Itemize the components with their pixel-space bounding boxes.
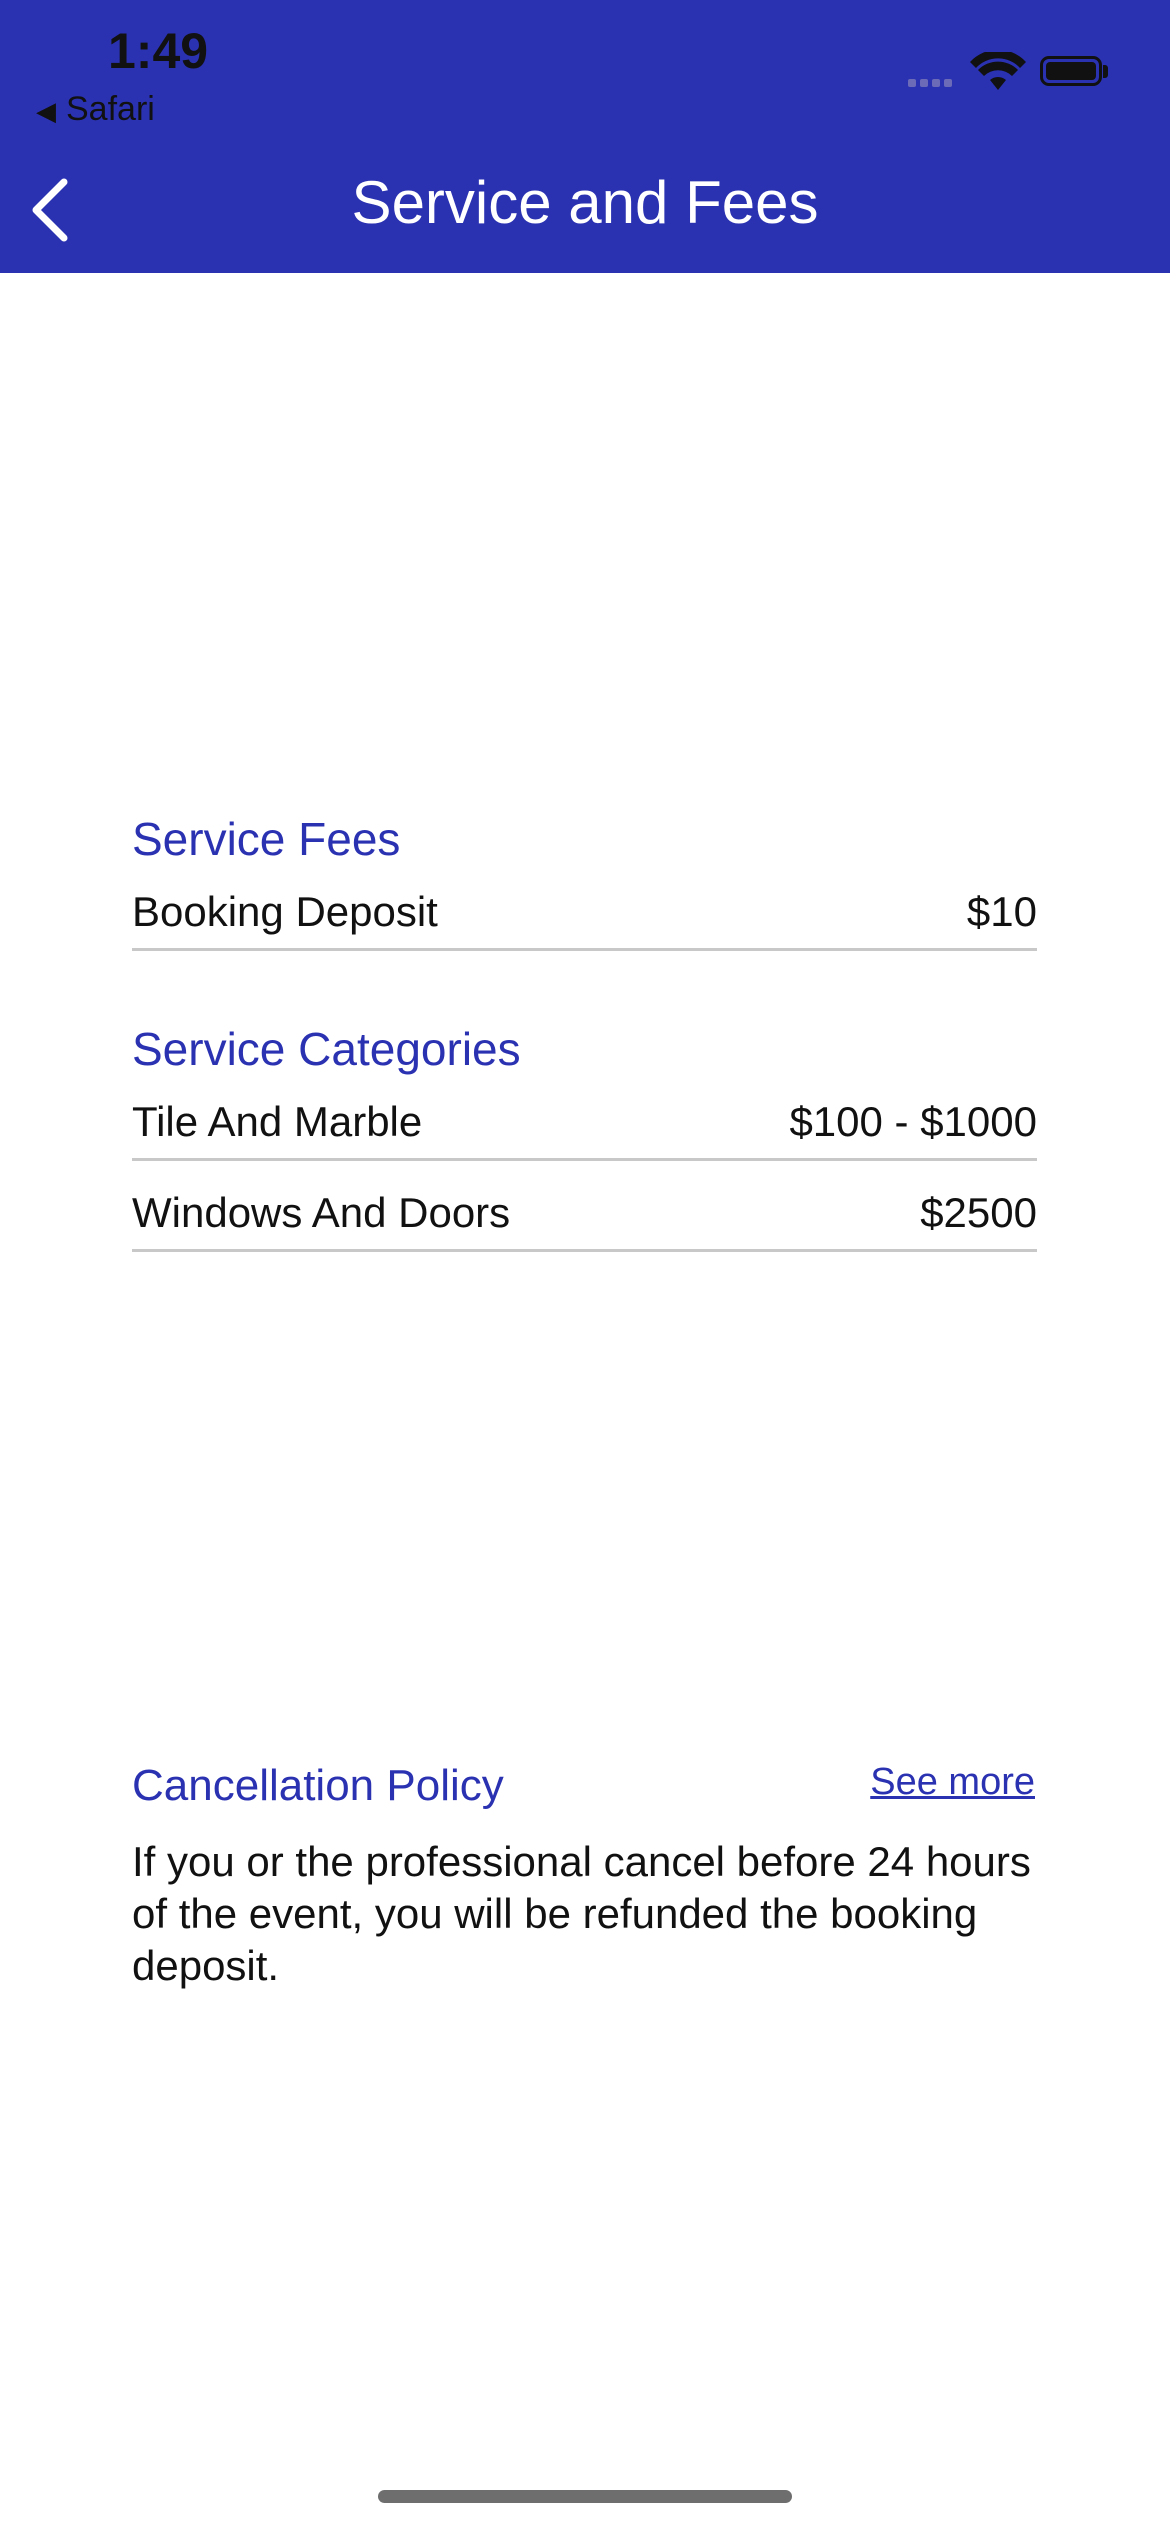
fee-value: $10: [966, 888, 1037, 935]
fee-label: Booking Deposit: [132, 888, 438, 935]
status-time: 1:49: [108, 23, 209, 79]
category-value: $2500: [920, 1189, 1037, 1236]
service-categories-title: Service Categories: [132, 1023, 521, 1075]
back-triangle-icon: ◀: [36, 96, 56, 126]
home-indicator[interactable]: [378, 2490, 792, 2503]
see-more-link[interactable]: See more: [870, 1761, 1035, 1804]
category-row: Windows And Doors $2500: [132, 1189, 1037, 1252]
category-label: Windows And Doors: [132, 1189, 511, 1236]
category-value: $100 - $1000: [789, 1098, 1037, 1145]
signal-icon: [908, 74, 968, 87]
wifi-icon: [970, 52, 1026, 90]
category-row: Tile And Marble $100 - $1000: [132, 1098, 1037, 1161]
app-header: 1:49 ◀ Safari Service and Fees: [0, 0, 1170, 273]
cancellation-policy-title: Cancellation Policy: [132, 1761, 504, 1810]
fee-row: Booking Deposit $10: [132, 888, 1037, 951]
battery-icon: [1040, 56, 1108, 90]
status-back-label: Safari: [66, 90, 155, 128]
service-fees-title: Service Fees: [132, 813, 401, 865]
category-label: Tile And Marble: [132, 1098, 423, 1145]
status-back-to-app[interactable]: ◀ Safari: [36, 90, 155, 129]
cancellation-policy-text: If you or the professional cancel before…: [132, 1838, 1031, 1989]
page-title: Service and Fees: [351, 169, 819, 236]
